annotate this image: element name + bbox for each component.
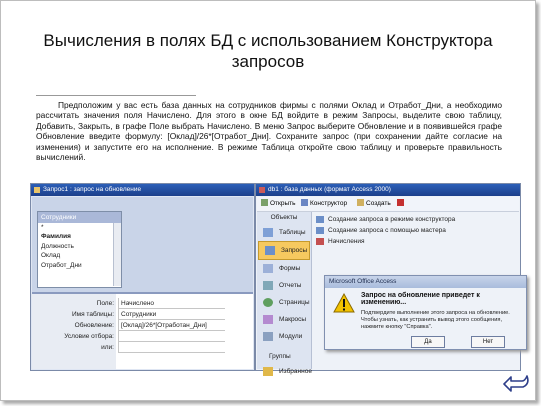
nav-label: Модули — [279, 333, 303, 340]
nav-item-queries[interactable]: Запросы — [258, 241, 310, 260]
open-button[interactable]: Открыть — [261, 197, 296, 211]
db-window-titlebar[interactable]: db1 : база данных (формат Access 2000) — [256, 184, 520, 196]
nav-item-favorites[interactable]: Избранное — [257, 363, 312, 380]
field-item[interactable]: Отработ_Дни — [38, 261, 121, 270]
grid-cell[interactable] — [118, 342, 225, 353]
query-icon — [265, 246, 275, 255]
dialog-message: Подтвердите выполнение этого запроса на … — [361, 310, 510, 330]
macro-icon — [263, 315, 273, 324]
instructions-paragraph: Предположим у вас есть база данных на со… — [36, 100, 502, 163]
grid-row-criteria: Условие отбора: — [32, 331, 253, 342]
design-label: Конструктор — [310, 200, 348, 207]
db-toolbar: Открыть Конструктор Создать — [257, 197, 519, 212]
grid-row-field: Поле: Начислено — [32, 298, 253, 309]
table-box[interactable]: Сотрудники * Фамилия Должность Оклад Отр… — [37, 211, 122, 288]
grid-cell[interactable]: Сотрудники — [118, 309, 225, 320]
return-arrow-icon[interactable] — [503, 372, 531, 399]
object-label: Начисления — [328, 238, 365, 245]
nav-item-modules[interactable]: Модули — [257, 328, 311, 345]
list-item[interactable]: Создание запроса в режиме конструктора — [316, 214, 455, 225]
design-button[interactable]: Конструктор — [301, 197, 347, 211]
open-label: Открыть — [270, 200, 296, 207]
dialog-heading: Запрос на обновление приведет к изменени… — [361, 292, 480, 306]
nav-groups[interactable]: Группы — [257, 351, 311, 363]
field-item[interactable]: Должность — [38, 242, 121, 251]
grid-cell[interactable]: [Оклад]/26*[Отработан_Дни] — [118, 320, 225, 331]
query-icon — [34, 187, 40, 193]
object-label: Создание запроса в режиме конструктора — [328, 216, 456, 223]
grid-label: Поле: — [96, 300, 114, 307]
grid-label: Условие отбора: — [64, 333, 114, 340]
object-label: Создание запроса с помощью мастера — [328, 227, 446, 234]
create-icon — [357, 199, 364, 206]
grid-row-update: Обновление: [Оклад]/26*[Отработан_Дни] — [32, 320, 253, 331]
nav-label: Макросы — [279, 316, 307, 323]
dialog-titlebar[interactable]: Microsoft Office Access — [325, 276, 526, 288]
create-label: Создать — [366, 200, 391, 207]
query-window-title: Запрос1 : запрос на обновление — [43, 186, 142, 193]
nav-item-pages[interactable]: Страницы — [257, 294, 311, 311]
nav-label: Страницы — [279, 299, 310, 306]
grid-cell[interactable]: Начислено — [118, 298, 225, 309]
table-box-title[interactable]: Сотрудники — [38, 212, 121, 223]
nav-label: Запросы — [281, 247, 308, 254]
warning-icon — [333, 292, 355, 318]
table-icon — [263, 228, 273, 237]
delete-icon[interactable] — [397, 197, 406, 211]
db-window-title: db1 : база данных (формат Access 2000) — [268, 186, 391, 193]
form-icon — [263, 264, 273, 273]
module-icon — [263, 332, 273, 341]
design-icon — [301, 199, 308, 206]
nav-header[interactable]: Объекты — [257, 212, 311, 224]
list-item[interactable]: Создание запроса с помощью мастера — [316, 225, 455, 236]
slide: Вычисления в полях БД с использованием К… — [0, 0, 536, 401]
yes-button[interactable]: Да — [411, 336, 445, 348]
grid-label: Обновление: — [74, 322, 114, 329]
database-icon — [259, 187, 265, 193]
nav-item-tables[interactable]: Таблицы — [257, 224, 311, 241]
open-icon — [261, 199, 268, 206]
field-item[interactable]: Фамилия — [38, 232, 121, 241]
objects-list: Создание запроса в режиме конструктора С… — [316, 214, 455, 247]
page-icon — [263, 298, 273, 307]
table-box-scrollbar[interactable] — [113, 223, 121, 286]
slide-title: Вычисления в полях БД с использованием К… — [43, 31, 493, 71]
query-window-titlebar[interactable]: Запрос1 : запрос на обновление — [31, 184, 254, 196]
no-button[interactable]: Нет — [471, 336, 505, 348]
list-item[interactable]: Начисления — [316, 236, 455, 247]
grid-label: или: — [101, 344, 114, 351]
grid-cell[interactable] — [118, 331, 225, 342]
divider — [36, 95, 196, 96]
design-grid: Поле: Начислено Имя таблицы: Сотрудники … — [32, 294, 253, 369]
confirm-dialog: Microsoft Office Access Запрос на обновл… — [324, 275, 527, 350]
create-button[interactable]: Создать — [357, 197, 391, 211]
nav-item-reports[interactable]: Отчеты — [257, 277, 311, 294]
nav-label: Формы — [279, 265, 301, 272]
grid-row-or: или: — [32, 342, 253, 353]
field-item[interactable]: * — [38, 223, 121, 232]
nav-item-forms[interactable]: Формы — [257, 260, 311, 277]
report-icon — [263, 281, 273, 290]
nav-label: Отчеты — [279, 282, 302, 289]
objects-nav: Объекты Таблицы Запросы Формы Отчеты Стр… — [257, 212, 312, 376]
nav-label: Избранное — [279, 368, 312, 375]
favorites-icon — [263, 367, 273, 376]
wizard-icon — [316, 216, 324, 223]
update-query-icon — [316, 238, 324, 245]
grid-row-table: Имя таблицы: Сотрудники — [32, 309, 253, 320]
nav-item-macros[interactable]: Макросы — [257, 311, 311, 328]
table-pane: Сотрудники * Фамилия Должность Оклад Отр… — [32, 197, 253, 294]
grid-label: Имя таблицы: — [71, 311, 114, 318]
nav-label: Таблицы — [279, 229, 306, 236]
query-design-window[interactable]: Запрос1 : запрос на обновление Сотрудник… — [30, 183, 255, 371]
field-item[interactable]: Оклад — [38, 251, 121, 260]
wizard-icon — [316, 227, 324, 234]
